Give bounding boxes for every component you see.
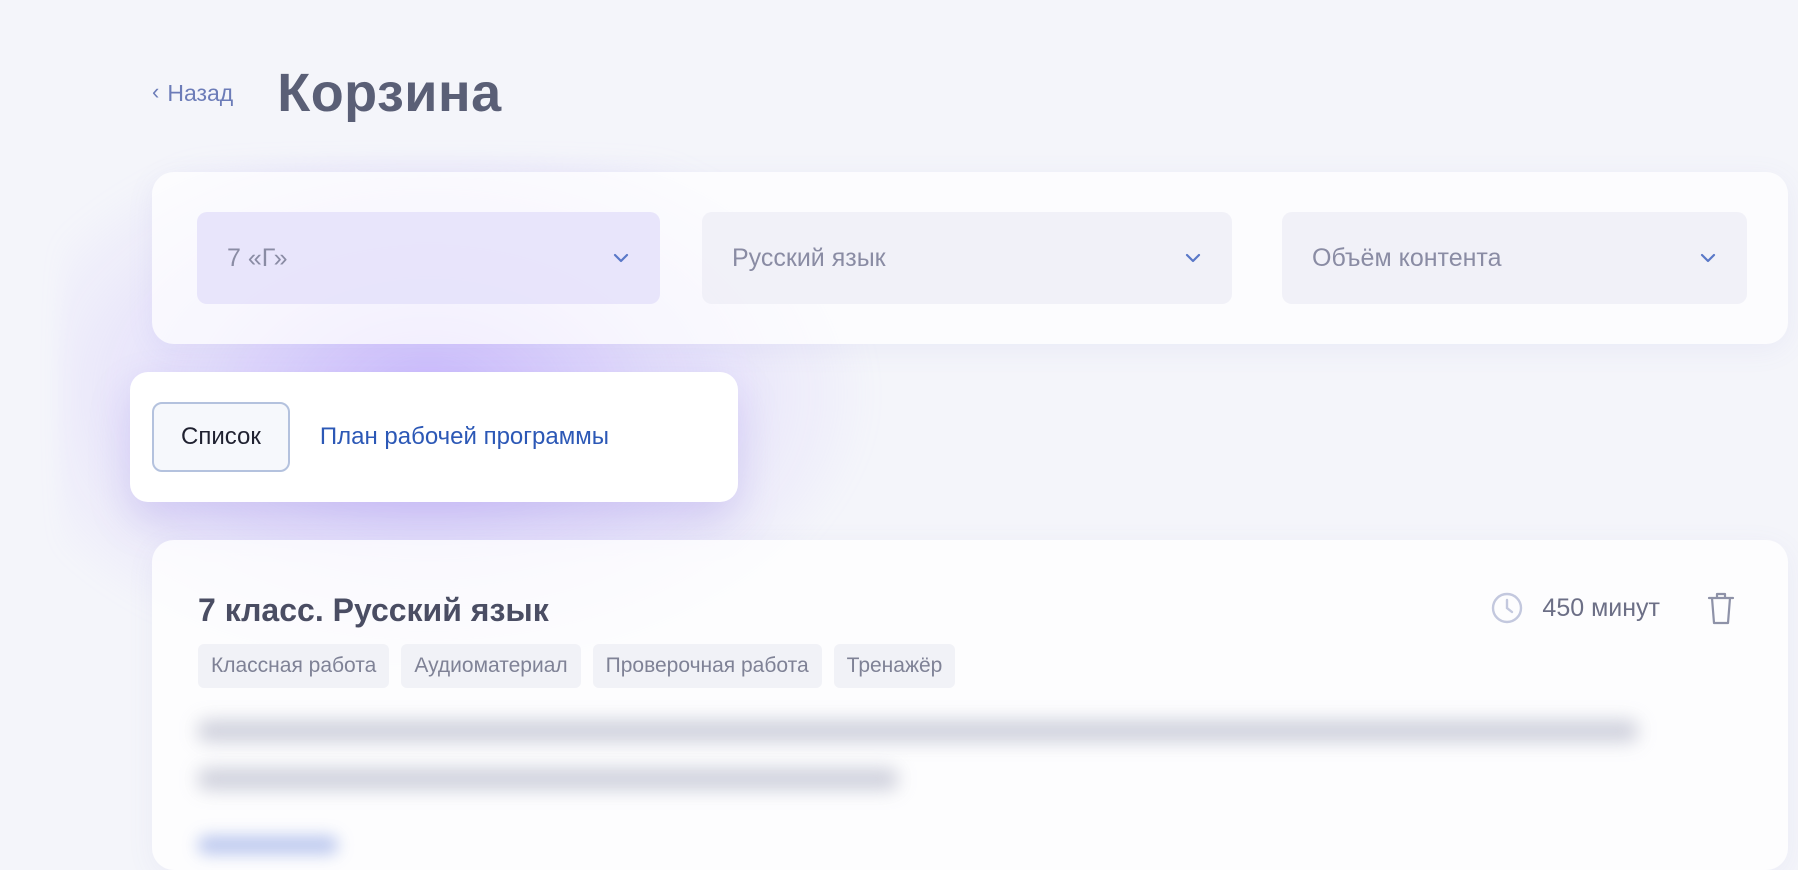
blurred-description-line	[198, 768, 898, 790]
subject-select[interactable]: Русский язык	[702, 212, 1232, 304]
page-header: ‹ Назад Корзина	[152, 62, 502, 124]
course-tags: Классная работа Аудиоматериал Проверочна…	[198, 644, 967, 688]
tab-work-program-plan[interactable]: План рабочей программы	[320, 423, 609, 451]
content-volume-select[interactable]: Объём контента	[1282, 212, 1747, 304]
tag-chip: Тренажёр	[833, 644, 956, 688]
chevron-down-icon	[1700, 253, 1716, 263]
page-title: Корзина	[277, 63, 502, 123]
back-label: Назад	[167, 79, 234, 106]
tag-chip: Аудиоматериал	[401, 644, 581, 688]
course-card: 7 класс. Русский язык 450 минут Классная…	[152, 540, 1788, 870]
blurred-link	[198, 836, 338, 854]
tag-chip: Классная работа	[198, 644, 390, 688]
clock-icon	[1492, 592, 1523, 624]
class-select[interactable]: 7 «Г»	[197, 212, 660, 304]
cart-page: ‹ Назад Корзина 7 «Г» Русский язык Объём…	[0, 0, 1798, 870]
view-switcher: Список План рабочей программы	[130, 372, 738, 502]
blurred-description-line	[198, 720, 1638, 742]
back-link[interactable]: ‹ Назад	[152, 79, 234, 107]
chevron-down-icon	[613, 253, 629, 263]
filters-panel: 7 «Г» Русский язык Объём контента	[152, 172, 1788, 344]
trash-icon[interactable]	[1706, 590, 1736, 626]
content-volume-placeholder: Объём контента	[1312, 243, 1502, 272]
tag-chip: Проверочная работа	[592, 644, 822, 688]
course-title: 7 класс. Русский язык	[198, 592, 549, 628]
tab-list[interactable]: Список	[152, 402, 290, 472]
subject-select-value: Русский язык	[732, 243, 886, 272]
chevron-left-icon: ‹	[152, 79, 160, 104]
class-select-value: 7 «Г»	[227, 243, 288, 272]
chevron-down-icon	[1185, 253, 1201, 263]
course-duration: 450 минут	[1542, 593, 1660, 622]
course-meta: 450 минут	[1490, 590, 1736, 626]
